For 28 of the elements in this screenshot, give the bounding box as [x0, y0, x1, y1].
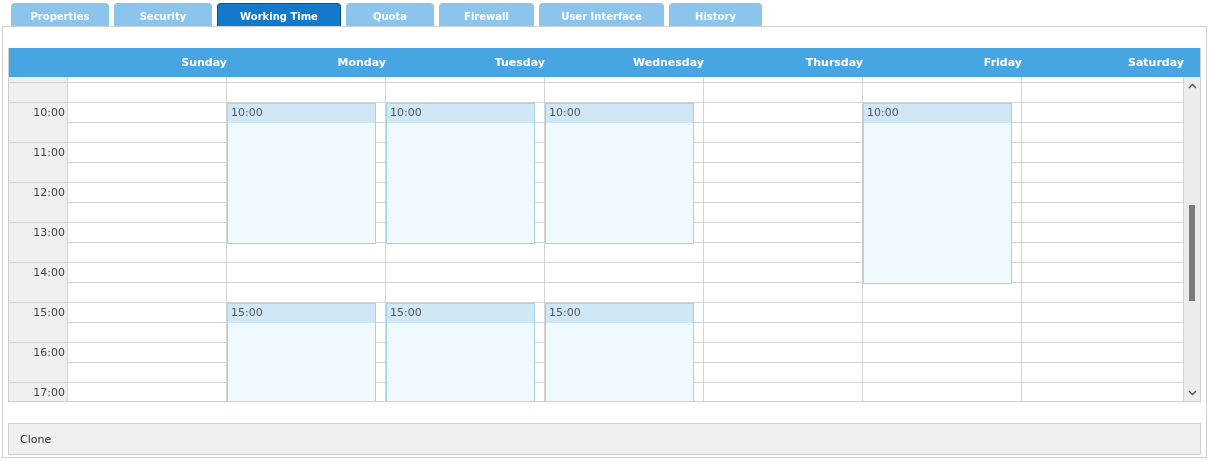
- time-label: 12:00: [33, 186, 65, 199]
- day-header: Friday: [983, 56, 1022, 69]
- time-label: 15:00: [33, 306, 65, 319]
- event-time: 10:00: [390, 106, 422, 119]
- day-header: Sunday: [181, 56, 227, 69]
- event-time: 15:00: [390, 306, 422, 319]
- event-time: 10:00: [549, 106, 581, 119]
- time-label: 14:00: [33, 266, 65, 279]
- scroll-down-icon[interactable]: [1187, 390, 1197, 396]
- day-header: Monday: [337, 56, 386, 69]
- event-time: 15:00: [231, 306, 263, 319]
- day-header: Thursday: [805, 56, 863, 69]
- scrollbar-thumb[interactable]: [1189, 205, 1195, 301]
- day-header: Wednesday: [632, 56, 704, 69]
- scrollbar[interactable]: [1184, 77, 1200, 401]
- time-label: 17:00: [33, 386, 65, 399]
- event-time: 15:00: [549, 306, 581, 319]
- event-time: 10:00: [867, 106, 899, 119]
- day-header: Saturday: [1128, 56, 1184, 69]
- tab[interactable]: Working Time: [217, 3, 341, 26]
- scroll-up-icon[interactable]: [1187, 83, 1197, 89]
- time-label: 16:00: [33, 346, 65, 359]
- day-header: Tuesday: [494, 56, 545, 69]
- time-label: 13:00: [33, 226, 65, 239]
- time-label: 10:00: [33, 106, 65, 119]
- time-label: 11:00: [33, 146, 65, 159]
- event-time: 10:00: [231, 106, 263, 119]
- clone-label: Clone: [20, 432, 52, 446]
